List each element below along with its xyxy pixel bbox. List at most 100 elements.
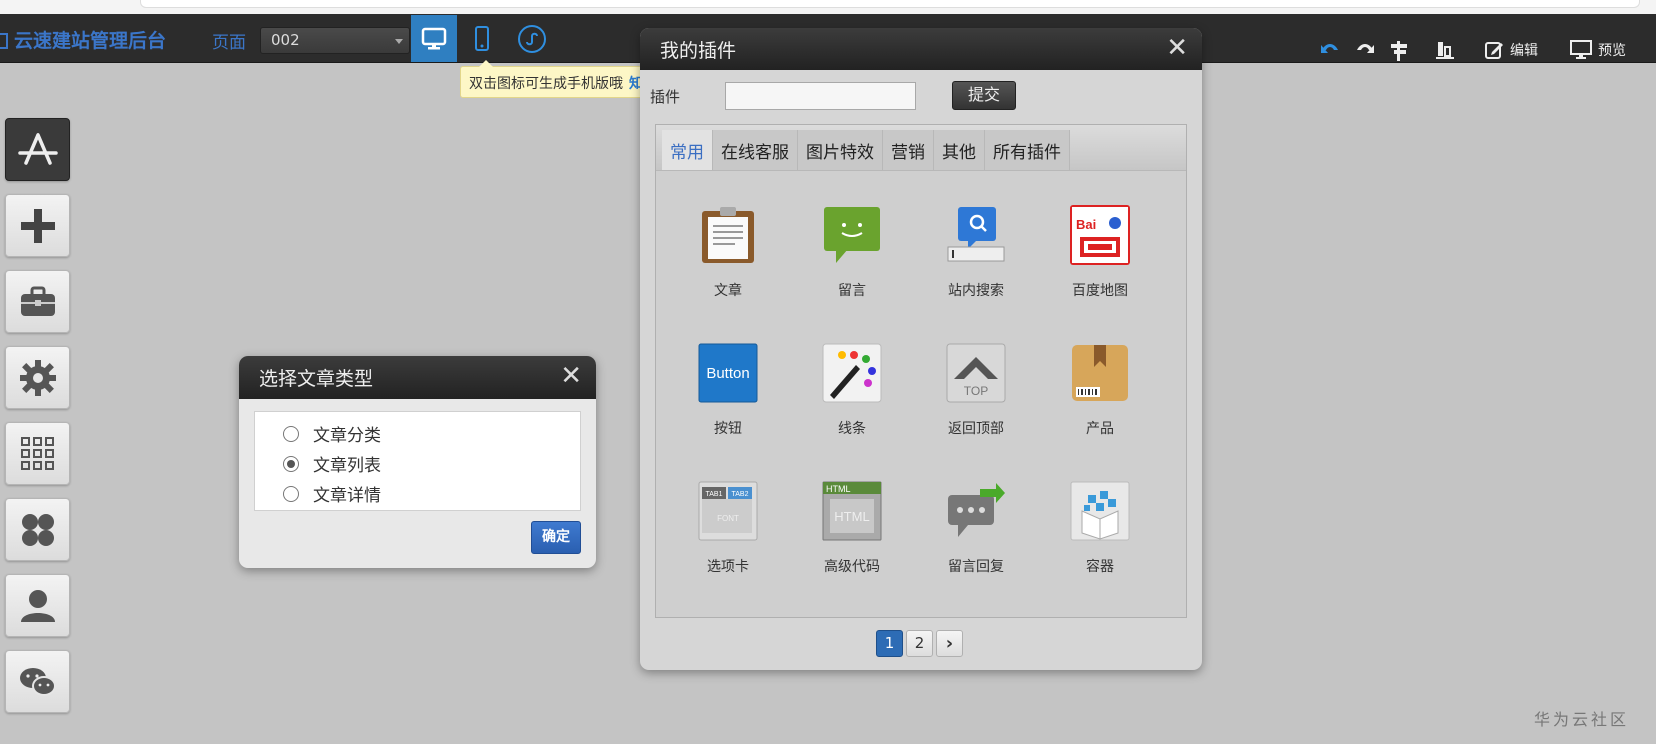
rail-toolbox-button[interactable] <box>5 270 70 333</box>
grid-icon <box>20 436 54 470</box>
desktop-icon <box>421 27 447 49</box>
align-button[interactable] <box>1390 40 1412 62</box>
rail-wechat-button[interactable] <box>5 650 70 713</box>
app-store-icon <box>17 132 58 165</box>
paint-brush-icon <box>822 343 882 403</box>
edit-icon <box>1485 42 1503 59</box>
plugin-item-label: 容器 <box>1086 559 1114 575</box>
preview-label: 预览 <box>1598 43 1626 59</box>
plugin-item-back-to-top[interactable]: TOP 返回顶部 <box>914 343 1038 438</box>
article-type-dialog: 选择文章类型 ✕ 文章分类 文章列表 文章详情 确定 <box>239 356 596 568</box>
reply-bubble-icon <box>948 483 1005 537</box>
plugin-search-input[interactable] <box>725 82 916 110</box>
close-icon[interactable]: ✕ <box>560 362 582 390</box>
undo-button[interactable] <box>1320 40 1340 56</box>
option-article-list[interactable]: 文章列表 <box>283 451 381 476</box>
tab-image-effects[interactable]: 图片特效 <box>798 130 883 170</box>
bar-layout-icon <box>1436 42 1454 59</box>
page-2-button[interactable]: 2 <box>906 630 933 657</box>
rail-user-button[interactable] <box>5 574 70 637</box>
plugin-item-tabs[interactable]: TAB1 TAB2 FONT 选项卡 <box>666 481 790 576</box>
plugin-item-label: 留言回复 <box>948 559 1004 575</box>
plugin-pagination: 1 2 › <box>876 630 963 657</box>
option-article-category[interactable]: 文章分类 <box>283 421 381 446</box>
page-1-button[interactable]: 1 <box>876 630 903 657</box>
tab-marketing[interactable]: 营销 <box>883 130 934 170</box>
rail-grid-button[interactable] <box>5 422 70 485</box>
brand-icon <box>0 33 8 49</box>
plugin-item-label: 返回顶部 <box>948 421 1004 437</box>
plugin-item-site-search[interactable]: 站内搜索 <box>914 205 1038 300</box>
chevron-right-icon: › <box>945 633 954 654</box>
page-label: 页面 <box>212 33 246 53</box>
plugin-item-label: 文章 <box>714 283 742 299</box>
search-icon <box>947 207 1005 262</box>
back-to-top-icon: TOP <box>946 343 1006 403</box>
desktop-view-button[interactable] <box>411 15 457 62</box>
plugin-item-article[interactable]: 文章 <box>666 205 790 300</box>
edit-button[interactable]: 编辑 <box>1484 40 1538 60</box>
layout-button[interactable] <box>1435 40 1455 60</box>
plugin-item-button[interactable]: Button 按钮 <box>666 343 790 438</box>
plugin-item-label: 高级代码 <box>824 559 880 575</box>
product-box-icon <box>1072 345 1128 401</box>
plugin-item-product[interactable]: 产品 <box>1038 343 1162 438</box>
svg-text:TAB1: TAB1 <box>706 491 723 498</box>
next-page-button[interactable]: › <box>936 630 963 657</box>
plugin-item-message-reply[interactable]: 留言回复 <box>914 481 1038 576</box>
baidu-map-icon: Bai <box>1070 205 1130 265</box>
option-label: 文章分类 <box>313 426 381 446</box>
plugin-item-line[interactable]: 线条 <box>790 343 914 438</box>
container-box-icon <box>1070 481 1130 541</box>
redo-icon <box>1357 44 1374 53</box>
clipboard-icon <box>702 207 754 263</box>
tooltip-text: 双击图标可生成手机版哦 <box>469 76 623 92</box>
plugin-submit-button[interactable]: 提交 <box>952 81 1016 110</box>
plugin-panel: 我的插件 ✕ 插件 提交 常用 在线客服 图片特效 营销 其他 所有插件 文章 … <box>640 28 1202 670</box>
rail-app-store-button[interactable] <box>5 118 70 181</box>
speech-bubble-icon <box>824 207 880 263</box>
tab-common[interactable]: 常用 <box>662 130 713 170</box>
preview-button[interactable]: 预览 <box>1570 40 1626 60</box>
tab-all-plugins[interactable]: 所有插件 <box>985 130 1070 170</box>
redo-button[interactable] <box>1355 40 1375 56</box>
edit-label: 编辑 <box>1510 43 1538 59</box>
plugin-item-baidu-map[interactable]: Bai 百度地图 <box>1038 205 1162 300</box>
page-select[interactable]: 002 <box>260 27 410 54</box>
radio-button[interactable] <box>283 485 299 502</box>
radio-button[interactable] <box>283 455 299 472</box>
plugin-item-label: 产品 <box>1086 421 1114 437</box>
monitor-icon <box>1570 40 1592 59</box>
clover-icon <box>21 513 54 546</box>
tab-icon: TAB1 TAB2 FONT <box>698 481 758 541</box>
brand-title[interactable]: 云速建站管理后台 <box>0 26 166 53</box>
mini-program-button[interactable] <box>509 15 555 62</box>
svg-text:FONT: FONT <box>717 514 739 523</box>
plugin-item-label: 站内搜索 <box>948 283 1004 299</box>
mini-program-icon <box>518 24 546 53</box>
close-icon[interactable]: ✕ <box>1166 34 1188 62</box>
plugin-item-container[interactable]: 容器 <box>1038 481 1162 576</box>
tab-online-service[interactable]: 在线客服 <box>713 130 798 170</box>
plus-icon <box>20 208 55 243</box>
plugin-item-html-code[interactable]: HTML HTML 高级代码 <box>790 481 914 576</box>
plugin-item-label: 线条 <box>838 421 866 437</box>
dialog-options: 文章分类 文章列表 文章详情 <box>254 411 581 511</box>
option-article-detail[interactable]: 文章详情 <box>283 481 381 506</box>
plugin-item-message[interactable]: 留言 <box>790 205 914 300</box>
chevron-down-icon <box>395 39 403 44</box>
plugin-item-label: 按钮 <box>714 421 742 437</box>
svg-text:TAB2: TAB2 <box>732 491 749 498</box>
tab-other[interactable]: 其他 <box>934 130 985 170</box>
rail-modules-button[interactable] <box>5 498 70 561</box>
option-label: 文章列表 <box>313 456 381 476</box>
svg-text:HTML: HTML <box>834 509 869 524</box>
svg-text:HTML: HTML <box>826 484 851 494</box>
plugin-panel-title: 我的插件 <box>660 40 737 62</box>
confirm-button[interactable]: 确定 <box>531 521 581 554</box>
mobile-view-button[interactable] <box>459 15 505 62</box>
radio-button[interactable] <box>283 425 299 442</box>
plugin-item-label: 留言 <box>838 283 866 299</box>
rail-add-button[interactable] <box>5 194 70 257</box>
rail-settings-button[interactable] <box>5 346 70 409</box>
